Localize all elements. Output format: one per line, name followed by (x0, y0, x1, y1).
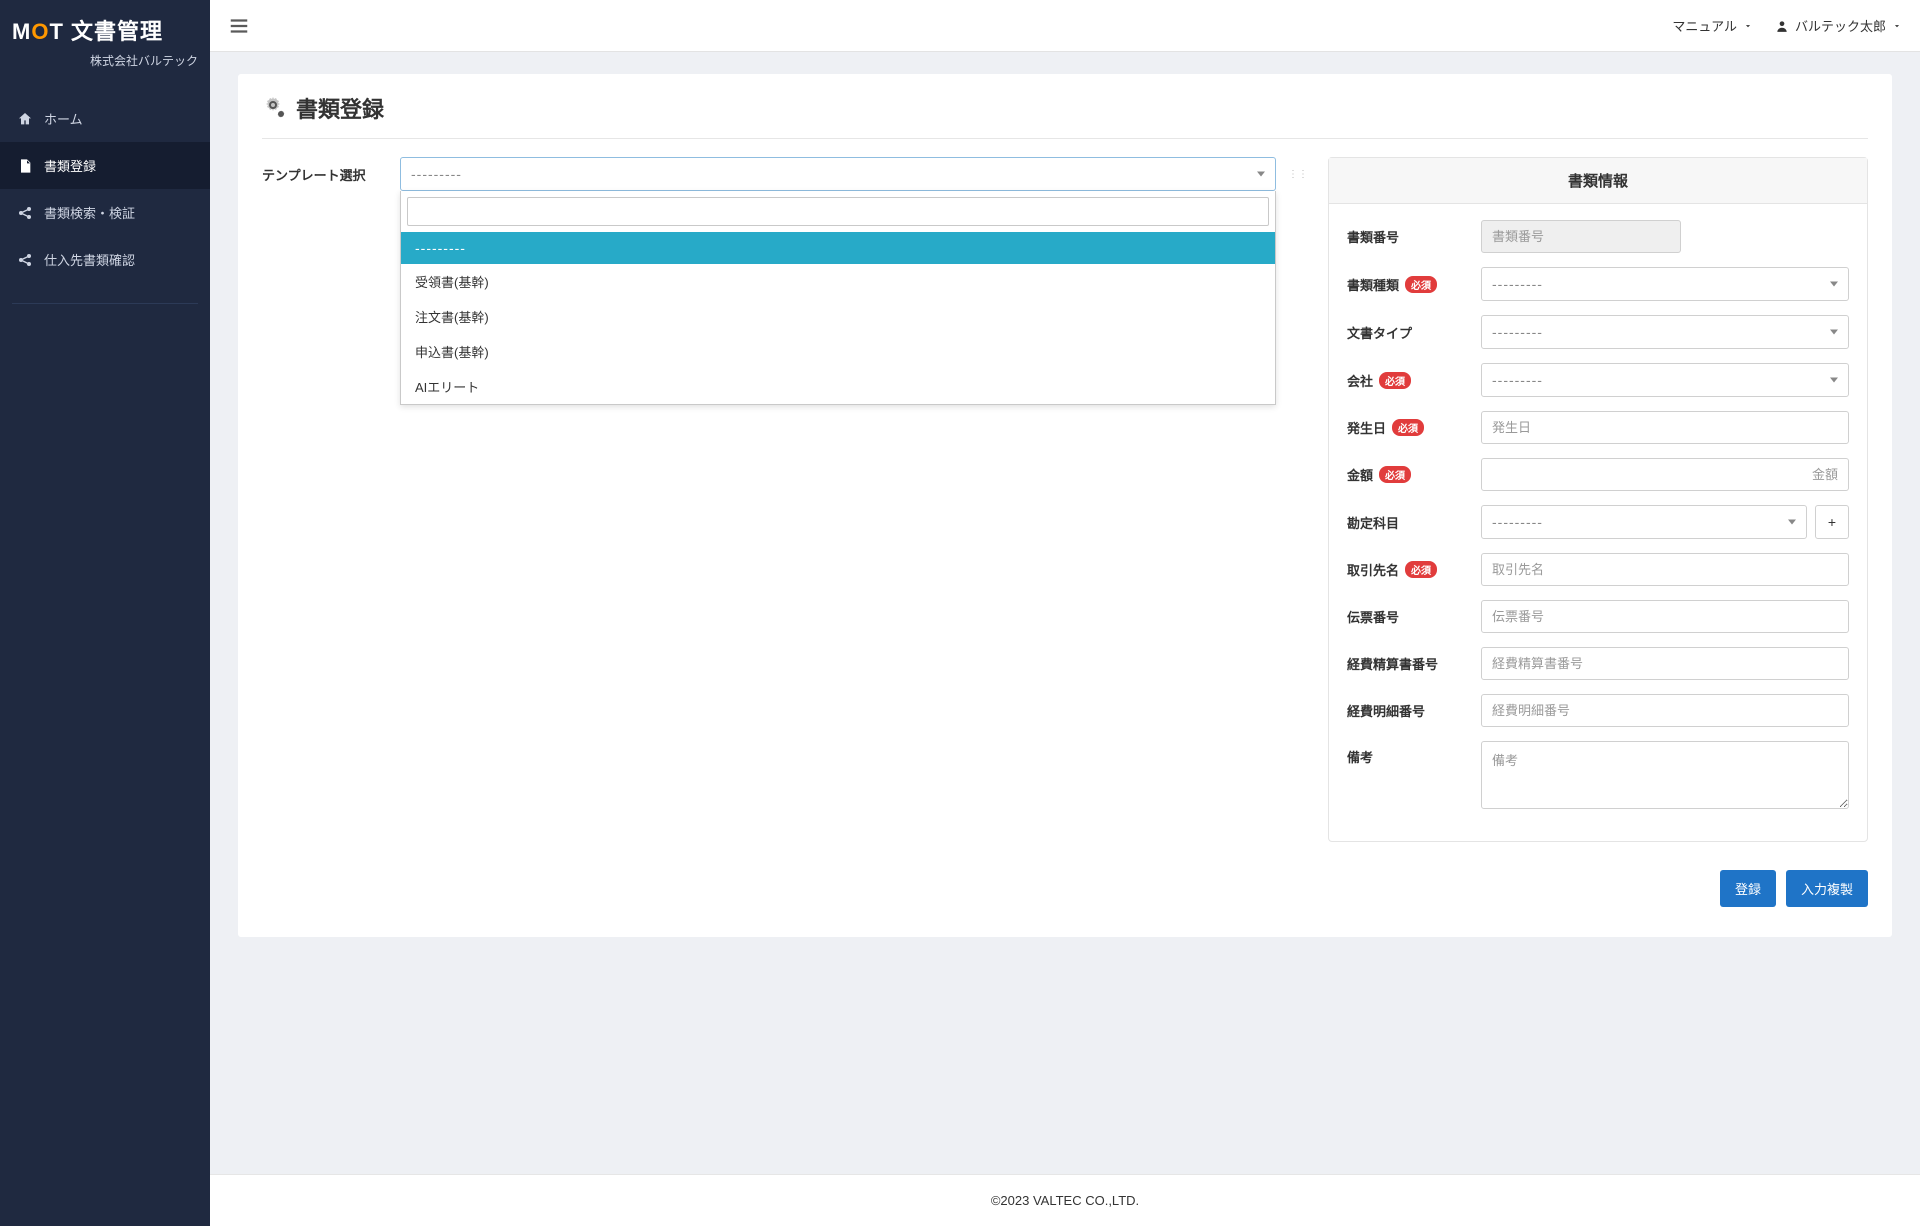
sidebar-item-supplier[interactable]: 仕入先書類確認 (0, 236, 210, 283)
chevron-down-icon (1892, 21, 1902, 31)
brand-logo-suffix: T 文書管理 (49, 19, 163, 44)
brand-logo-o: O (31, 19, 49, 44)
account-select[interactable]: --------- (1481, 505, 1807, 539)
user-icon (1775, 19, 1789, 33)
partner-label: 取引先名 必須 (1347, 560, 1467, 579)
sidebar-item-register[interactable]: 書類登録 (0, 142, 210, 189)
sidebar-nav: ホーム 書類登録 書類検索・検証 仕入先書類確認 (0, 95, 210, 304)
required-badge: 必須 (1405, 276, 1437, 293)
account-label: 勘定科目 (1347, 513, 1467, 532)
template-option[interactable]: AIエリート (401, 369, 1275, 404)
template-select-label: テンプレート選択 (262, 157, 382, 184)
doc-no-label: 書類番号 (1347, 227, 1467, 246)
page-title: 書類登録 (296, 92, 384, 124)
required-badge: 必須 (1379, 372, 1411, 389)
template-select-value: --------- (411, 166, 462, 182)
required-badge: 必須 (1392, 419, 1424, 436)
panel-title: 書類情報 (1329, 158, 1867, 204)
date-label: 発生日 必須 (1347, 418, 1467, 437)
amount-input[interactable] (1481, 458, 1849, 491)
doc-kind-label: 書類種類 必須 (1347, 275, 1467, 294)
document-icon (16, 158, 34, 174)
column-resize-handle[interactable]: ⋮⋮ (1294, 157, 1302, 191)
template-select[interactable]: --------- (400, 157, 1276, 191)
duplicate-input-button[interactable]: 入力複製 (1786, 870, 1868, 907)
sidebar-item-home[interactable]: ホーム (0, 95, 210, 142)
expense-report-no-label: 経費精算書番号 (1347, 654, 1467, 673)
slip-no-input[interactable] (1481, 600, 1849, 633)
template-option[interactable]: 申込書(基幹) (401, 334, 1275, 369)
sidebar-item-search[interactable]: 書類検索・検証 (0, 189, 210, 236)
notes-label: 備考 (1347, 741, 1467, 766)
required-badge: 必須 (1405, 561, 1437, 578)
brand-logo-prefix: M (12, 19, 31, 44)
register-button[interactable]: 登録 (1720, 870, 1776, 907)
manual-dropdown[interactable]: マニュアル (1672, 16, 1753, 35)
topbar: マニュアル バルテック太郎 (210, 0, 1920, 52)
template-dropdown-panel: --------- 受領書(基幹) 注文書(基幹) 申込書(基幹) AIエリート (400, 191, 1276, 405)
template-option[interactable]: 注文書(基幹) (401, 299, 1275, 334)
footer-copyright: ©2023 VALTEC CO.,LTD. (210, 1174, 1920, 1226)
doc-kind-select[interactable]: --------- (1481, 267, 1849, 301)
required-badge: 必須 (1379, 466, 1411, 483)
hamburger-button[interactable] (228, 15, 250, 37)
share-icon (16, 205, 34, 221)
sidebar: MOT 文書管理 株式会社バルテック ホーム 書類登録 書類検 (0, 0, 210, 1226)
sidebar-divider (12, 303, 198, 304)
page-card: 書類登録 テンプレート選択 --------- (238, 74, 1892, 937)
page-title-row: 書類登録 (262, 92, 1868, 139)
date-input[interactable] (1481, 411, 1849, 444)
template-dropdown-search-input[interactable] (407, 197, 1269, 226)
sidebar-item-label: 仕入先書類確認 (44, 250, 135, 269)
chevron-down-icon (1743, 21, 1753, 31)
document-info-panel: 書類情報 書類番号 書類種類 必須 (1328, 157, 1868, 842)
expense-detail-no-label: 経費明細番号 (1347, 701, 1467, 720)
user-dropdown[interactable]: バルテック太郎 (1775, 16, 1902, 35)
share-icon (16, 252, 34, 268)
template-option[interactable]: 受領書(基幹) (401, 264, 1275, 299)
doc-no-input (1481, 220, 1681, 253)
brand-company: 株式会社バルテック (12, 52, 198, 69)
brand: MOT 文書管理 株式会社バルテック (0, 0, 210, 77)
brand-logo: MOT 文書管理 (12, 14, 198, 46)
sidebar-item-label: ホーム (44, 109, 83, 128)
partner-input[interactable] (1481, 553, 1849, 586)
home-icon (16, 111, 34, 127)
user-name: バルテック太郎 (1795, 16, 1886, 35)
expense-report-no-input[interactable] (1481, 647, 1849, 680)
notes-textarea[interactable] (1481, 741, 1849, 809)
doc-type-select[interactable]: --------- (1481, 315, 1849, 349)
amount-label: 金額 必須 (1347, 465, 1467, 484)
company-label: 会社 必須 (1347, 371, 1467, 390)
account-add-button[interactable]: + (1815, 505, 1849, 539)
expense-detail-no-input[interactable] (1481, 694, 1849, 727)
company-select[interactable]: --------- (1481, 363, 1849, 397)
slip-no-label: 伝票番号 (1347, 607, 1467, 626)
doc-type-label: 文書タイプ (1347, 323, 1467, 342)
sidebar-item-label: 書類登録 (44, 156, 96, 175)
gears-icon (262, 96, 286, 120)
sidebar-item-label: 書類検索・検証 (44, 203, 135, 222)
manual-label: マニュアル (1672, 16, 1737, 35)
template-option-placeholder[interactable]: --------- (401, 232, 1275, 264)
